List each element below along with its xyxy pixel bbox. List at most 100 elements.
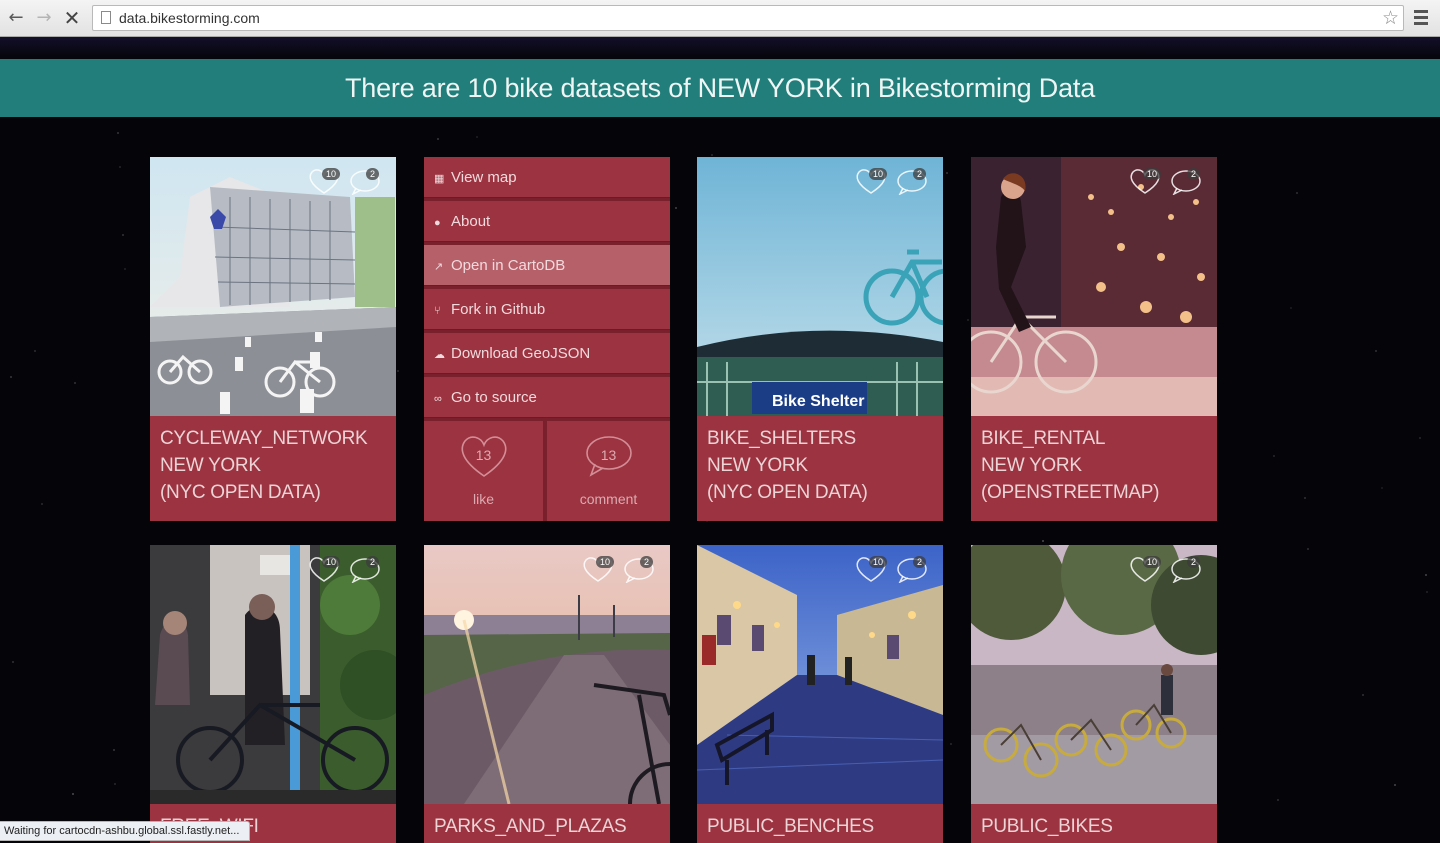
menu-item-label: Fork in Github [451,301,546,318]
card-badges: 10 2 [580,555,660,585]
heart-icon[interactable]: 10 [853,555,893,585]
dataset-name: PUBLIC_BIKES [981,816,1113,837]
card-caption: BIKE_SHELTERS NEW YORK (NYC OPEN DATA) [707,425,937,506]
heart-icon[interactable]: 10 [306,555,346,585]
star-dot [476,136,478,138]
dataset-card-bike-shelters[interactable]: Bike Shelter 10 2 BIKE_SHELTERS NEW YORK… [697,157,943,521]
dataset-card-public-bikes[interactable]: 10 2 PUBLIC_BIKES [971,545,1217,843]
comments-count: 2 [640,556,654,568]
star-dot [711,154,713,156]
star-dot [967,319,969,321]
card-caption: PUBLIC_BENCHES [707,813,937,840]
dataset-source: (NYC OPEN DATA) [707,482,868,503]
star-dot [34,350,36,352]
star-dot [1304,497,1306,499]
star-dot [117,132,119,134]
card-badges: 10 2 [306,167,386,197]
heart-icon[interactable]: 10 [580,555,620,585]
star-dot [1381,487,1383,489]
dataset-city: NEW YORK [707,455,808,476]
comments-count: 2 [913,168,927,180]
comment-bubble-icon[interactable]: 2 [895,555,931,585]
dataset-name: CYCLEWAY_NETWORK [160,428,368,449]
url-text[interactable]: data.bikestorming.com [119,10,260,26]
star-dot [1042,540,1044,542]
card-caption: PARKS_AND_PLAZAS [434,813,664,840]
comment-bubble-icon[interactable]: 2 [1169,167,1205,197]
heart-icon[interactable]: 10 [853,167,893,197]
bookmark-star-icon[interactable]: ☆ [1382,7,1399,29]
star-dot [1419,437,1421,439]
comment-button[interactable]: 13 comment [547,421,670,521]
dataset-name: BIKE_RENTAL [981,428,1106,449]
card-badges: 10 2 [853,167,933,197]
dataset-card-parks-and-plazas[interactable]: 10 2 PARKS_AND_PLAZAS [424,545,670,843]
star-dot [119,166,121,168]
menu-item-view-map[interactable]: ▦ View map [424,157,670,198]
heart-icon[interactable]: 10 [1127,555,1167,585]
likes-count: 10 [322,168,341,180]
card-caption: PUBLIC_BIKES [981,813,1211,840]
dataset-actions-menu: ▦ View map ● About ↗ Open in CartoDB ⑂ Fork … [424,157,670,521]
card-caption: CYCLEWAY_NETWORK NEW YORK (NYC OPEN DATA… [160,425,390,506]
menu-item-label: View map [451,169,517,186]
heart-icon[interactable]: 10 [1127,167,1167,197]
menu-item-label: Go to source [451,389,537,406]
like-button[interactable]: 13 like [424,421,543,521]
loading-status-bubble: Waiting for cartocdn-ashbu.global.ssl.fa… [0,821,251,841]
dataset-card-cycleway-network[interactable]: 10 2 CYCLEWAY_NETWORK NEW YORK (NYC OPEN… [150,157,396,521]
menu-item-label: Download GeoJSON [451,345,591,362]
star-dot [122,234,124,236]
dataset-name: BIKE_SHELTERS [707,428,856,449]
star-dot [74,382,76,384]
dataset-city: NEW YORK [981,455,1082,476]
comment-bubble-icon[interactable]: 2 [895,167,931,197]
comment-bubble-icon[interactable]: 2 [348,167,384,197]
browser-menu-icon[interactable] [1414,10,1428,26]
dataset-name: PARKS_AND_PLAZAS [434,816,627,837]
star-dot [1426,591,1428,593]
dataset-card-bike-rental[interactable]: 10 2 BIKE_RENTAL NEW YORK (OPENSTREETMAP… [971,157,1217,521]
stop-loading-icon[interactable]: ✕ [60,6,84,30]
page-icon [101,11,111,24]
comment-label: comment [579,491,638,507]
share-arrow-icon: ↗ [434,261,444,273]
star-dot [12,661,14,663]
comment-bubble-icon[interactable]: 2 [622,555,658,585]
dataset-card-free-wifi[interactable]: 10 2 FREE_WIFI [150,545,396,843]
back-arrow-icon[interactable]: ← [4,6,28,30]
likes-count: 10 [596,556,615,568]
cloud-download-icon: ☁ [434,349,445,361]
map-icon: ▦ [434,173,445,185]
comments-count: 2 [913,556,927,568]
star-dot [113,749,115,751]
star-dot [1307,548,1309,550]
menu-item-download-geojson[interactable]: ☁ Download GeoJSON [424,333,670,374]
comment-bubble-icon[interactable]: 2 [1169,555,1205,585]
menu-item-open-in-cartodb[interactable]: ↗ Open in CartoDB [424,245,670,286]
menu-item-fork-in-github[interactable]: ⑂ Fork in Github [424,289,670,330]
menu-item-label: Open in CartoDB [451,257,566,274]
card-badges: 10 2 [853,555,933,585]
menu-item-go-to-source[interactable]: ∞ Go to source [424,377,670,418]
likes-count: 10 [869,556,888,568]
page-content: There are 10 bike datasets of NEW YORK i… [0,37,1440,843]
comment-bubble-icon[interactable]: 2 [348,555,384,585]
star-dot [675,207,677,209]
likes-count: 10 [869,168,888,180]
star-dot [72,793,74,795]
star-dot [946,172,948,174]
dataset-source: (OPENSTREETMAP) [981,482,1160,503]
dataset-city: NEW YORK [160,455,261,476]
menu-item-about[interactable]: ● About [424,201,670,242]
card-badges: 10 2 [306,555,386,585]
star-dot [124,268,126,270]
star-dot [1394,784,1396,786]
like-label: like [472,491,494,507]
star-dot [1273,455,1275,457]
comments-count: 2 [1187,556,1201,568]
forward-arrow-icon[interactable]: → [32,6,56,30]
address-bar[interactable]: data.bikestorming.com ☆ [92,5,1404,31]
heart-icon[interactable]: 10 [306,167,346,197]
dataset-card-public-benches[interactable]: 10 2 PUBLIC_BENCHES [697,545,943,843]
